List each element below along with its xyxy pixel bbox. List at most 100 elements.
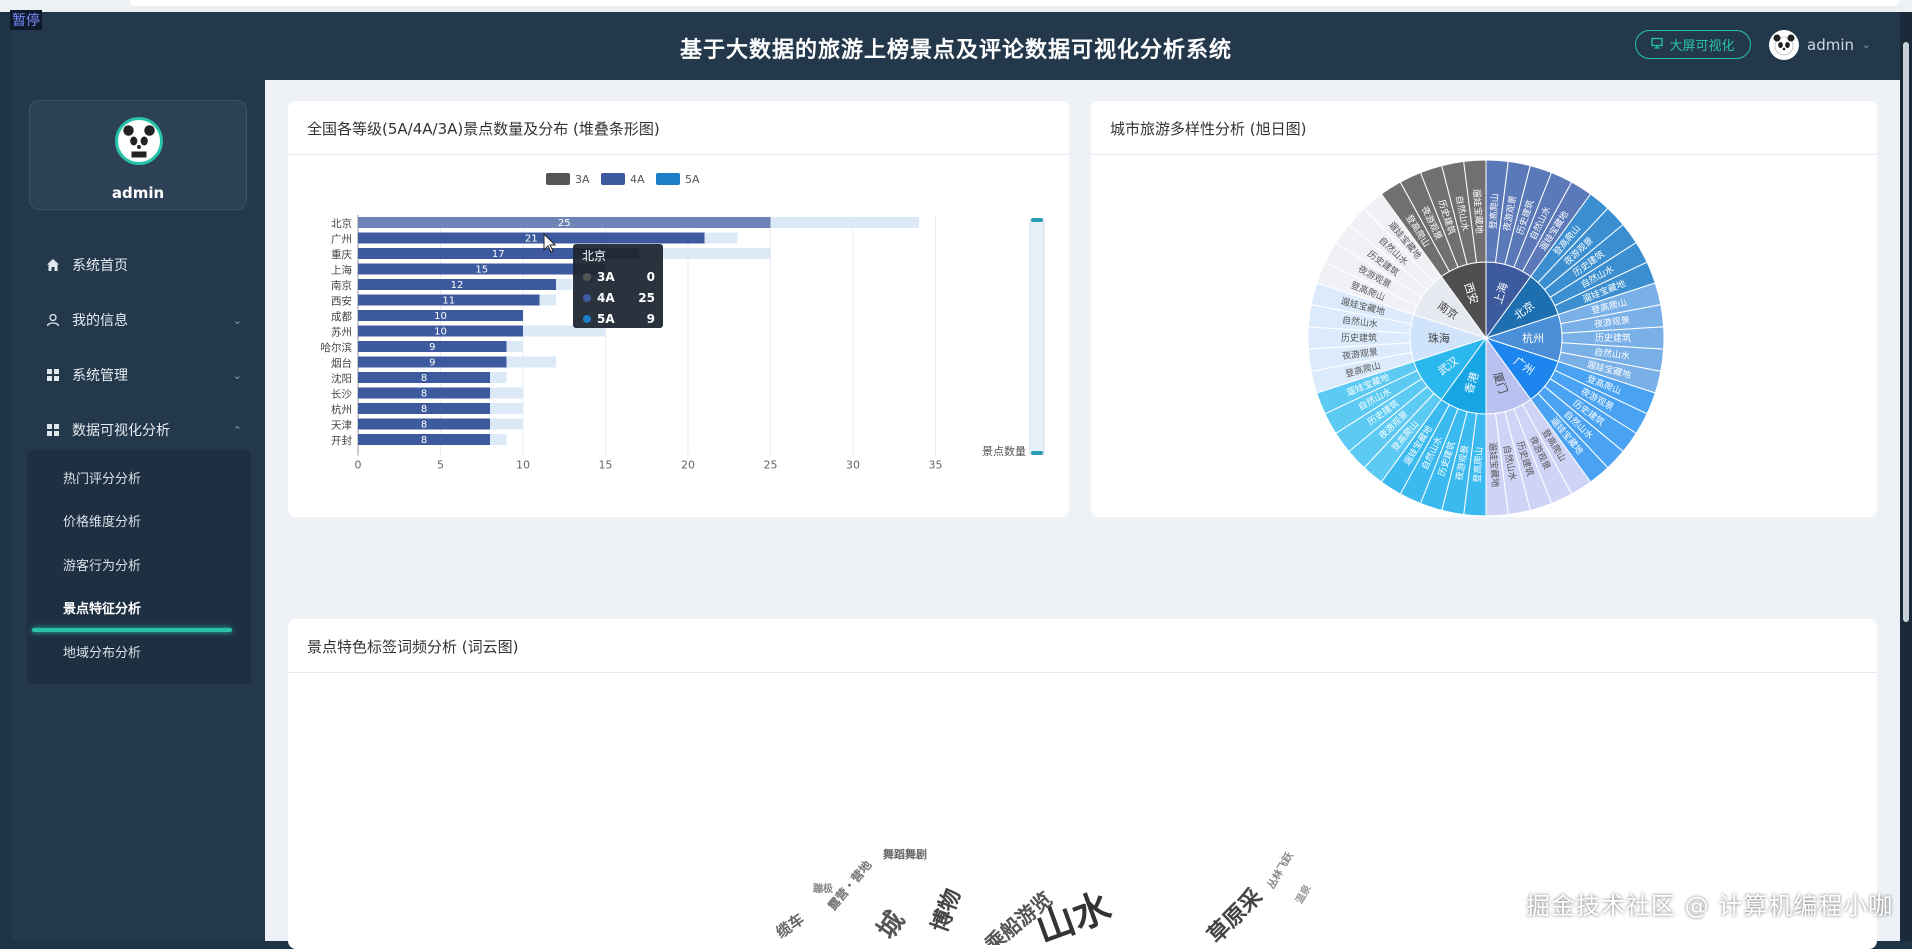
- word-cloud-word[interactable]: 草原采: [1203, 884, 1268, 945]
- panda-icon: [1773, 34, 1795, 56]
- tooltip-row-value: 0: [647, 270, 655, 284]
- bar-chart-title: 全国各等级(5A/4A/3A)景点数量及分布 (堆叠条形图): [307, 120, 660, 138]
- y-tick-label: 北京: [331, 217, 352, 230]
- main-content: 全国各等级(5A/4A/3A)景点数量及分布 (堆叠条形图) 3A 4A 5A 0 5 1…: [265, 80, 1900, 949]
- bar-5A[interactable]: [490, 434, 507, 445]
- legend-swatch[interactable]: [656, 173, 680, 185]
- visualization-submenu: 热门评分分析 价格维度分析 游客行为分析 景点特征分析 地域分布分析: [27, 450, 251, 684]
- x-tick-label: 30: [846, 459, 860, 472]
- active-indicator: [32, 628, 232, 632]
- bar-data-label: 25: [558, 218, 571, 229]
- sidebar-item-visualization[interactable]: 数据可视化分析 ⌃: [46, 418, 242, 442]
- submenu-item-price[interactable]: 价格维度分析: [63, 511, 141, 530]
- legend-label: 4A: [630, 173, 645, 186]
- sunburst-city-label: 珠海: [1428, 331, 1450, 345]
- zoom-handle-top[interactable]: [1031, 218, 1043, 222]
- profile-name: admin: [111, 184, 165, 202]
- submenu-item-feature[interactable]: 景点特征分析: [63, 598, 141, 617]
- user-name: admin: [1807, 36, 1854, 54]
- grid-icon: [47, 424, 59, 436]
- bar-5A[interactable]: [490, 403, 523, 414]
- wordcloud-title: 景点特色标签词频分析 (词云图): [307, 638, 519, 656]
- bar-data-label: 15: [475, 265, 488, 276]
- x-tick-label: 15: [599, 459, 613, 472]
- word-cloud-word[interactable]: 舞蹈舞剧: [883, 847, 927, 861]
- avatar: [1769, 30, 1799, 60]
- submenu-item-region[interactable]: 地域分布分析: [63, 642, 141, 661]
- bigscreen-button[interactable]: 大屏可视化: [1635, 30, 1751, 59]
- bar-5A[interactable]: [506, 341, 524, 352]
- word-cloud-word[interactable]: 缆车: [773, 910, 808, 942]
- tooltip-title: 北京: [582, 249, 606, 263]
- y-tick-label: 沈阳: [331, 372, 352, 385]
- word-cloud-word[interactable]: 蹦极: [813, 882, 834, 895]
- x-tick-label: 0: [355, 459, 362, 472]
- bar-data-label: 8: [421, 389, 427, 400]
- chart-tooltip: 北京 3A 0 4A 25 5A 9: [573, 244, 663, 328]
- bar-data-label: 21: [525, 234, 538, 245]
- bar-5A[interactable]: [704, 232, 738, 244]
- page-title: 基于大数据的旅游上榜景点及评论数据可视化分析系统: [679, 38, 1232, 63]
- bar-data-label: 12: [451, 280, 464, 291]
- bar-data-label: 8: [421, 420, 427, 431]
- user-menu[interactable]: admin ⌄: [1769, 29, 1870, 61]
- zoom-handle-bottom[interactable]: [1031, 451, 1043, 455]
- sidebar-item-system[interactable]: 系统管理 ⌄: [46, 363, 242, 387]
- y-tick-label: 成都: [331, 311, 352, 323]
- bar-data-label: 10: [434, 311, 447, 322]
- legend-swatch[interactable]: [601, 173, 625, 185]
- bar-5A[interactable]: [539, 294, 557, 306]
- sidebar-item-my-info[interactable]: 我的信息 ⌄: [46, 308, 242, 332]
- bar-5A[interactable]: [556, 279, 573, 290]
- tooltip-row-name: 4A: [597, 291, 615, 305]
- bar-5A[interactable]: [490, 372, 507, 383]
- panda-icon: [123, 125, 155, 158]
- bar-5A[interactable]: [506, 356, 557, 368]
- profile-avatar: [115, 117, 163, 165]
- sunburst-title: 城市旅游多样性分析 (旭日图): [1110, 120, 1307, 138]
- submenu-item-rating[interactable]: 热门评分分析: [63, 468, 141, 487]
- sidebar-item-label: 系统管理: [72, 368, 128, 384]
- bar-5A[interactable]: [490, 418, 523, 430]
- grid-icon: [47, 369, 59, 381]
- sunburst-city-label: 杭州: [1522, 331, 1544, 345]
- legend-label: 5A: [685, 173, 700, 186]
- sidebar-item-label: 我的信息: [72, 313, 128, 329]
- y-tick-label: 广州: [331, 234, 352, 246]
- sunburst-tag-label: 历史建筑: [1341, 332, 1377, 344]
- y-tick-label: 杭州: [331, 403, 352, 416]
- bar-data-label: 10: [434, 327, 447, 338]
- word-cloud-word[interactable]: 城: [872, 906, 911, 945]
- bar-data-label: 8: [421, 435, 427, 446]
- zoom-slider[interactable]: [1029, 219, 1045, 455]
- submenu-item-visitor[interactable]: 游客行为分析: [63, 555, 141, 574]
- y-tick-label: 长沙: [331, 389, 352, 401]
- legend-swatch[interactable]: [546, 173, 570, 185]
- sidebar-item-label: 数据可视化分析: [72, 423, 170, 439]
- y-tick-label: 哈尔滨: [321, 341, 353, 354]
- tooltip-row-name: 3A: [597, 270, 615, 284]
- bar-5A[interactable]: [490, 387, 523, 399]
- tooltip-row-value: 25: [638, 291, 655, 305]
- page-scrollbar[interactable]: [1900, 12, 1912, 941]
- word-cloud-word[interactable]: 博物: [927, 885, 966, 935]
- stacked-bar-chart[interactable]: 3A 4A 5A 0 5 10 15 20 25 30 35 北京 25 广州 21 重庆 17 上海 15 南京 12…: [288, 157, 1069, 517]
- bar-data-label: 11: [442, 296, 455, 307]
- bar-data-label: 8: [421, 373, 427, 384]
- word-cloud-word[interactable]: 温泉: [1292, 881, 1314, 906]
- sunburst-chart[interactable]: 上海登高爬山 夜游观景历史建筑自然山水遛娃宝藏地北京登高爬山夜游观景历史建筑自然山…: [1091, 157, 1877, 517]
- word-cloud-word[interactable]: 丛林飞跃: [1264, 849, 1296, 891]
- chevron-up-icon: ⌃: [232, 423, 242, 437]
- y-tick-label: 南京: [331, 279, 352, 292]
- watermark: 掘金技术社区 @ 计算机编程小咖: [1526, 892, 1894, 920]
- x-tick-label: 25: [764, 459, 778, 472]
- paused-label: 暂停: [10, 10, 42, 30]
- sidebar-item-home[interactable]: 系统首页: [46, 253, 242, 277]
- chevron-down-icon: ⌄: [1862, 39, 1871, 51]
- x-tick-label: 20: [681, 459, 695, 472]
- bar-data-label: 17: [492, 249, 505, 260]
- x-tick-label: 5: [437, 459, 444, 472]
- bar-5A[interactable]: [770, 217, 920, 228]
- y-tick-label: 开封: [331, 434, 352, 447]
- bar-data-label: 9: [429, 342, 435, 353]
